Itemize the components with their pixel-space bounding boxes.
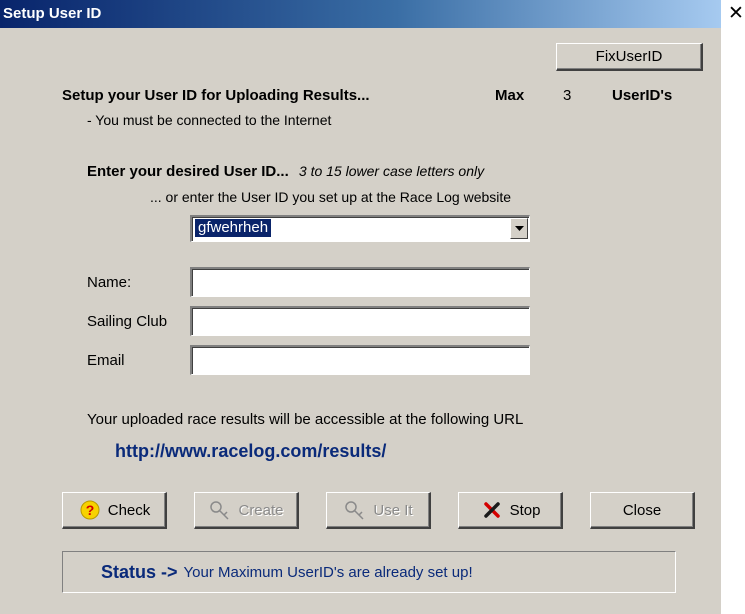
help-question-icon: ? xyxy=(78,499,102,521)
userid-combobox[interactable]: gfwehrheh xyxy=(190,215,530,242)
status-message: Your Maximum UserID's are already set up… xyxy=(183,563,473,581)
window-title: Setup User ID xyxy=(3,5,102,22)
create-button-label: Create xyxy=(238,501,284,519)
key-icon xyxy=(343,499,367,521)
fix-userid-button[interactable]: FixUserID xyxy=(556,43,703,71)
email-label: Email xyxy=(87,352,125,369)
check-button[interactable]: ? Check xyxy=(62,492,167,529)
setup-user-id-dialog: FixUserID Setup your User ID for Uploadi… xyxy=(0,28,721,614)
check-button-label: Check xyxy=(107,501,151,519)
email-field[interactable] xyxy=(190,345,530,375)
results-url[interactable]: http://www.racelog.com/results/ xyxy=(115,441,386,462)
page-heading: Setup your User ID for Uploading Results… xyxy=(62,87,370,104)
stop-button-label: Stop xyxy=(509,501,541,519)
sailing-club-field[interactable] xyxy=(190,306,530,336)
max-value: 3 xyxy=(563,87,572,104)
max-label: Max xyxy=(495,87,525,104)
name-field[interactable] xyxy=(190,267,530,297)
close-icon[interactable]: ✕ xyxy=(728,4,745,26)
status-title: Status -> xyxy=(101,561,178,582)
stop-button[interactable]: Stop xyxy=(458,492,563,529)
status-panel: Status -> Your Maximum UserID's are alre… xyxy=(62,551,676,593)
url-note: Your uploaded race results will be acces… xyxy=(87,411,524,428)
create-button[interactable]: Create xyxy=(194,492,299,529)
userid-hint: 3 to 15 lower case letters only xyxy=(298,163,485,179)
chevron-down-icon xyxy=(514,225,524,231)
dropdown-button[interactable] xyxy=(510,218,528,239)
title-bar: Setup User ID xyxy=(0,0,721,28)
sailing-club-label: Sailing Club xyxy=(87,313,168,330)
use-it-button[interactable]: Use It xyxy=(326,492,431,529)
key-icon xyxy=(208,499,232,521)
alt-userid-prompt: ... or enter the User ID you set up at t… xyxy=(150,189,512,205)
svg-text:?: ? xyxy=(85,502,94,518)
name-label: Name: xyxy=(87,274,132,291)
use-it-button-label: Use It xyxy=(373,501,413,519)
userid-selected-value: gfwehrheh xyxy=(195,219,272,237)
userids-label: UserID's xyxy=(612,87,673,104)
internet-note: - You must be connected to the Internet xyxy=(87,112,332,128)
close-button[interactable]: Close xyxy=(590,492,695,529)
userid-prompt: Enter your desired User ID... xyxy=(87,163,289,180)
red-x-icon xyxy=(480,499,504,521)
